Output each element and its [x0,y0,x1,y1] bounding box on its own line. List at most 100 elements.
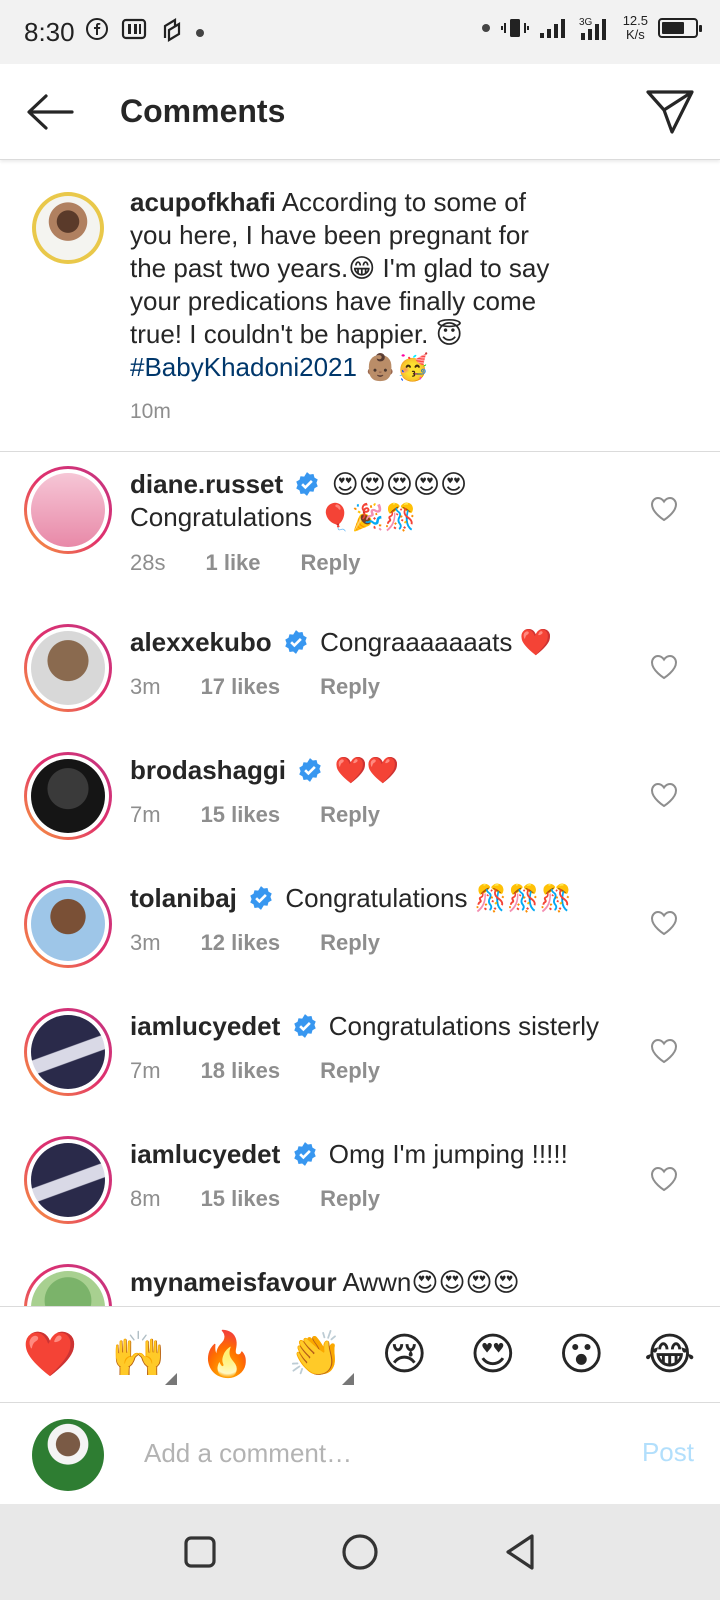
comment-username[interactable]: iamlucyedet [130,1011,280,1041]
caption-hashtag-emoji: 👶🏽🥳 [364,352,429,382]
emoji-raised-hands-button[interactable]: 🙌 [99,1325,179,1385]
system-nav-bar [0,1504,720,1600]
back-button[interactable] [0,64,100,160]
share-button[interactable] [642,86,698,138]
comment-username[interactable]: tolanibaj [130,883,237,913]
comment-body: alexxekubo Congraaaaaaats ❤️ [130,626,640,659]
notification-dot-icon [481,24,490,32]
signal-3g-icon: 3G [579,17,606,40]
facebook-icon [85,17,109,47]
comment-meta: 28s 1 like Reply [130,550,400,576]
emoji-surprised-button[interactable]: 😮 [541,1325,621,1385]
reply-button[interactable]: Reply [301,550,361,576]
comment-username[interactable]: diane.russet [130,469,283,499]
comment-username[interactable]: brodashaggi [130,755,286,785]
comment-text: Omg I'm jumping !!!!! [328,1139,568,1169]
avatar[interactable] [24,1008,112,1096]
triangle-back-icon [506,1534,534,1570]
emoji-heart-eyes-button[interactable]: 😍 [453,1325,533,1385]
like-heart-icon[interactable] [650,910,678,936]
recents-button[interactable] [170,1522,230,1582]
comment-item: iamlucyedet Congratulations sisterly 7m … [0,1008,720,1128]
network-speed: 12.5 K/s [623,14,648,42]
comment-meta: 7m 18 likes Reply [130,1058,420,1084]
comment-time: 3m [130,930,161,955]
comment-likes[interactable]: 17 likes [201,674,281,700]
post-button[interactable]: Post [642,1437,694,1468]
signal-icon [539,19,565,38]
comment-time: 3m [130,674,161,699]
verified-badge-icon [293,1142,316,1166]
status-bar: 8:30 3G 12.5 K/s [0,0,720,64]
status-right: 3G 12.5 K/s [481,14,702,42]
emoji-fire-button[interactable]: 🔥 [187,1325,267,1385]
shortcut-icon [159,16,183,48]
comment-username[interactable]: iamlucyedet [130,1139,280,1169]
comment-likes[interactable]: 12 likes [201,930,281,956]
avatar[interactable] [24,466,112,554]
comment-input[interactable] [144,1433,584,1473]
verified-badge-icon [299,758,321,782]
reply-button[interactable]: Reply [320,1058,380,1084]
reply-button[interactable]: Reply [320,1186,380,1212]
emoji-laughing-button[interactable]: 😂 [630,1325,710,1385]
comment-body: iamlucyedet Congratulations sisterly [130,1010,640,1043]
verified-badge-icon [250,886,272,910]
comment-likes[interactable]: 15 likes [201,802,281,828]
home-button[interactable] [330,1522,390,1582]
reply-button[interactable]: Reply [320,930,380,956]
avatar[interactable] [24,752,112,840]
comment-username[interactable]: alexxekubo [130,627,272,657]
verified-badge-icon [285,630,307,654]
avatar[interactable] [24,1136,112,1224]
like-heart-icon[interactable] [650,1038,678,1064]
comment-likes[interactable]: 1 like [205,550,260,576]
like-heart-icon[interactable] [650,782,678,808]
emoji-clap-glyph: 👏 [288,1329,344,1379]
verified-badge-icon [296,472,319,496]
comments-header: Comments [0,64,720,160]
emoji-crying-button[interactable]: 😢 [364,1325,444,1385]
network-speed-value: 12.5 [622,13,648,28]
comment-likes[interactable]: 18 likes [201,1058,281,1084]
like-heart-icon[interactable] [650,1166,678,1192]
comment-text: ❤️❤️ [334,755,400,785]
vibrate-icon [500,19,529,37]
caption-username[interactable]: acupofkhafi [130,187,276,217]
current-user-avatar [32,1419,104,1491]
comment-item: alexxekubo Congraaaaaaats ❤️ 3m 17 likes… [0,624,720,744]
hashtag-link[interactable]: #BabyKhadoni2021 [130,352,357,382]
avatar[interactable] [24,624,112,712]
comment-meta: 3m 17 likes Reply [130,674,420,700]
comment-body: tolanibaj Congratulations 🎊🎊🎊 [130,882,640,915]
comment-time: 8m [130,1186,161,1211]
emoji-clap-button[interactable]: 👏 [276,1325,356,1385]
reply-button[interactable]: Reply [320,802,380,828]
like-heart-icon[interactable] [650,496,678,522]
notification-dot-icon [195,21,205,44]
back-arrow-icon [27,93,74,130]
status-time: 8:30 [24,16,75,47]
avatar[interactable] [24,880,112,968]
comment-time: 7m [130,1058,161,1083]
circle-icon [342,1534,378,1570]
caption-text: acupofkhafi According to some of you her… [130,186,570,384]
comment-item: mynameisfavour Awwn😍😍😍😍 [0,1264,720,1306]
emoji-heart-button[interactable]: ❤️ [10,1325,90,1385]
comment-body: mynameisfavour Awwn😍😍😍😍 [130,1266,640,1299]
comment-username[interactable]: mynameisfavour [130,1267,337,1297]
post-caption: acupofkhafi According to some of you her… [0,160,720,452]
verified-badge-icon [293,1014,316,1038]
comment-item: brodashaggi ❤️❤️ 7m 15 likes Reply [0,752,720,872]
comment-likes[interactable]: 15 likes [201,1186,281,1212]
comment-body: brodashaggi ❤️❤️ [130,754,640,787]
comment-meta: 7m 15 likes Reply [130,802,420,828]
avatar[interactable] [32,192,104,264]
emoji-reaction-bar: ❤️ 🙌 🔥 👏 😢 😍 😮 😂 [0,1306,720,1402]
like-heart-icon[interactable] [650,654,678,680]
avatar[interactable] [24,1264,112,1306]
comment-time: 7m [130,802,161,827]
comment-body: diane.russet 😍😍😍😍😍 Congratulations 🎈🎉🎊 [130,468,640,534]
reply-button[interactable]: Reply [320,674,380,700]
back-nav-button[interactable] [490,1522,550,1582]
